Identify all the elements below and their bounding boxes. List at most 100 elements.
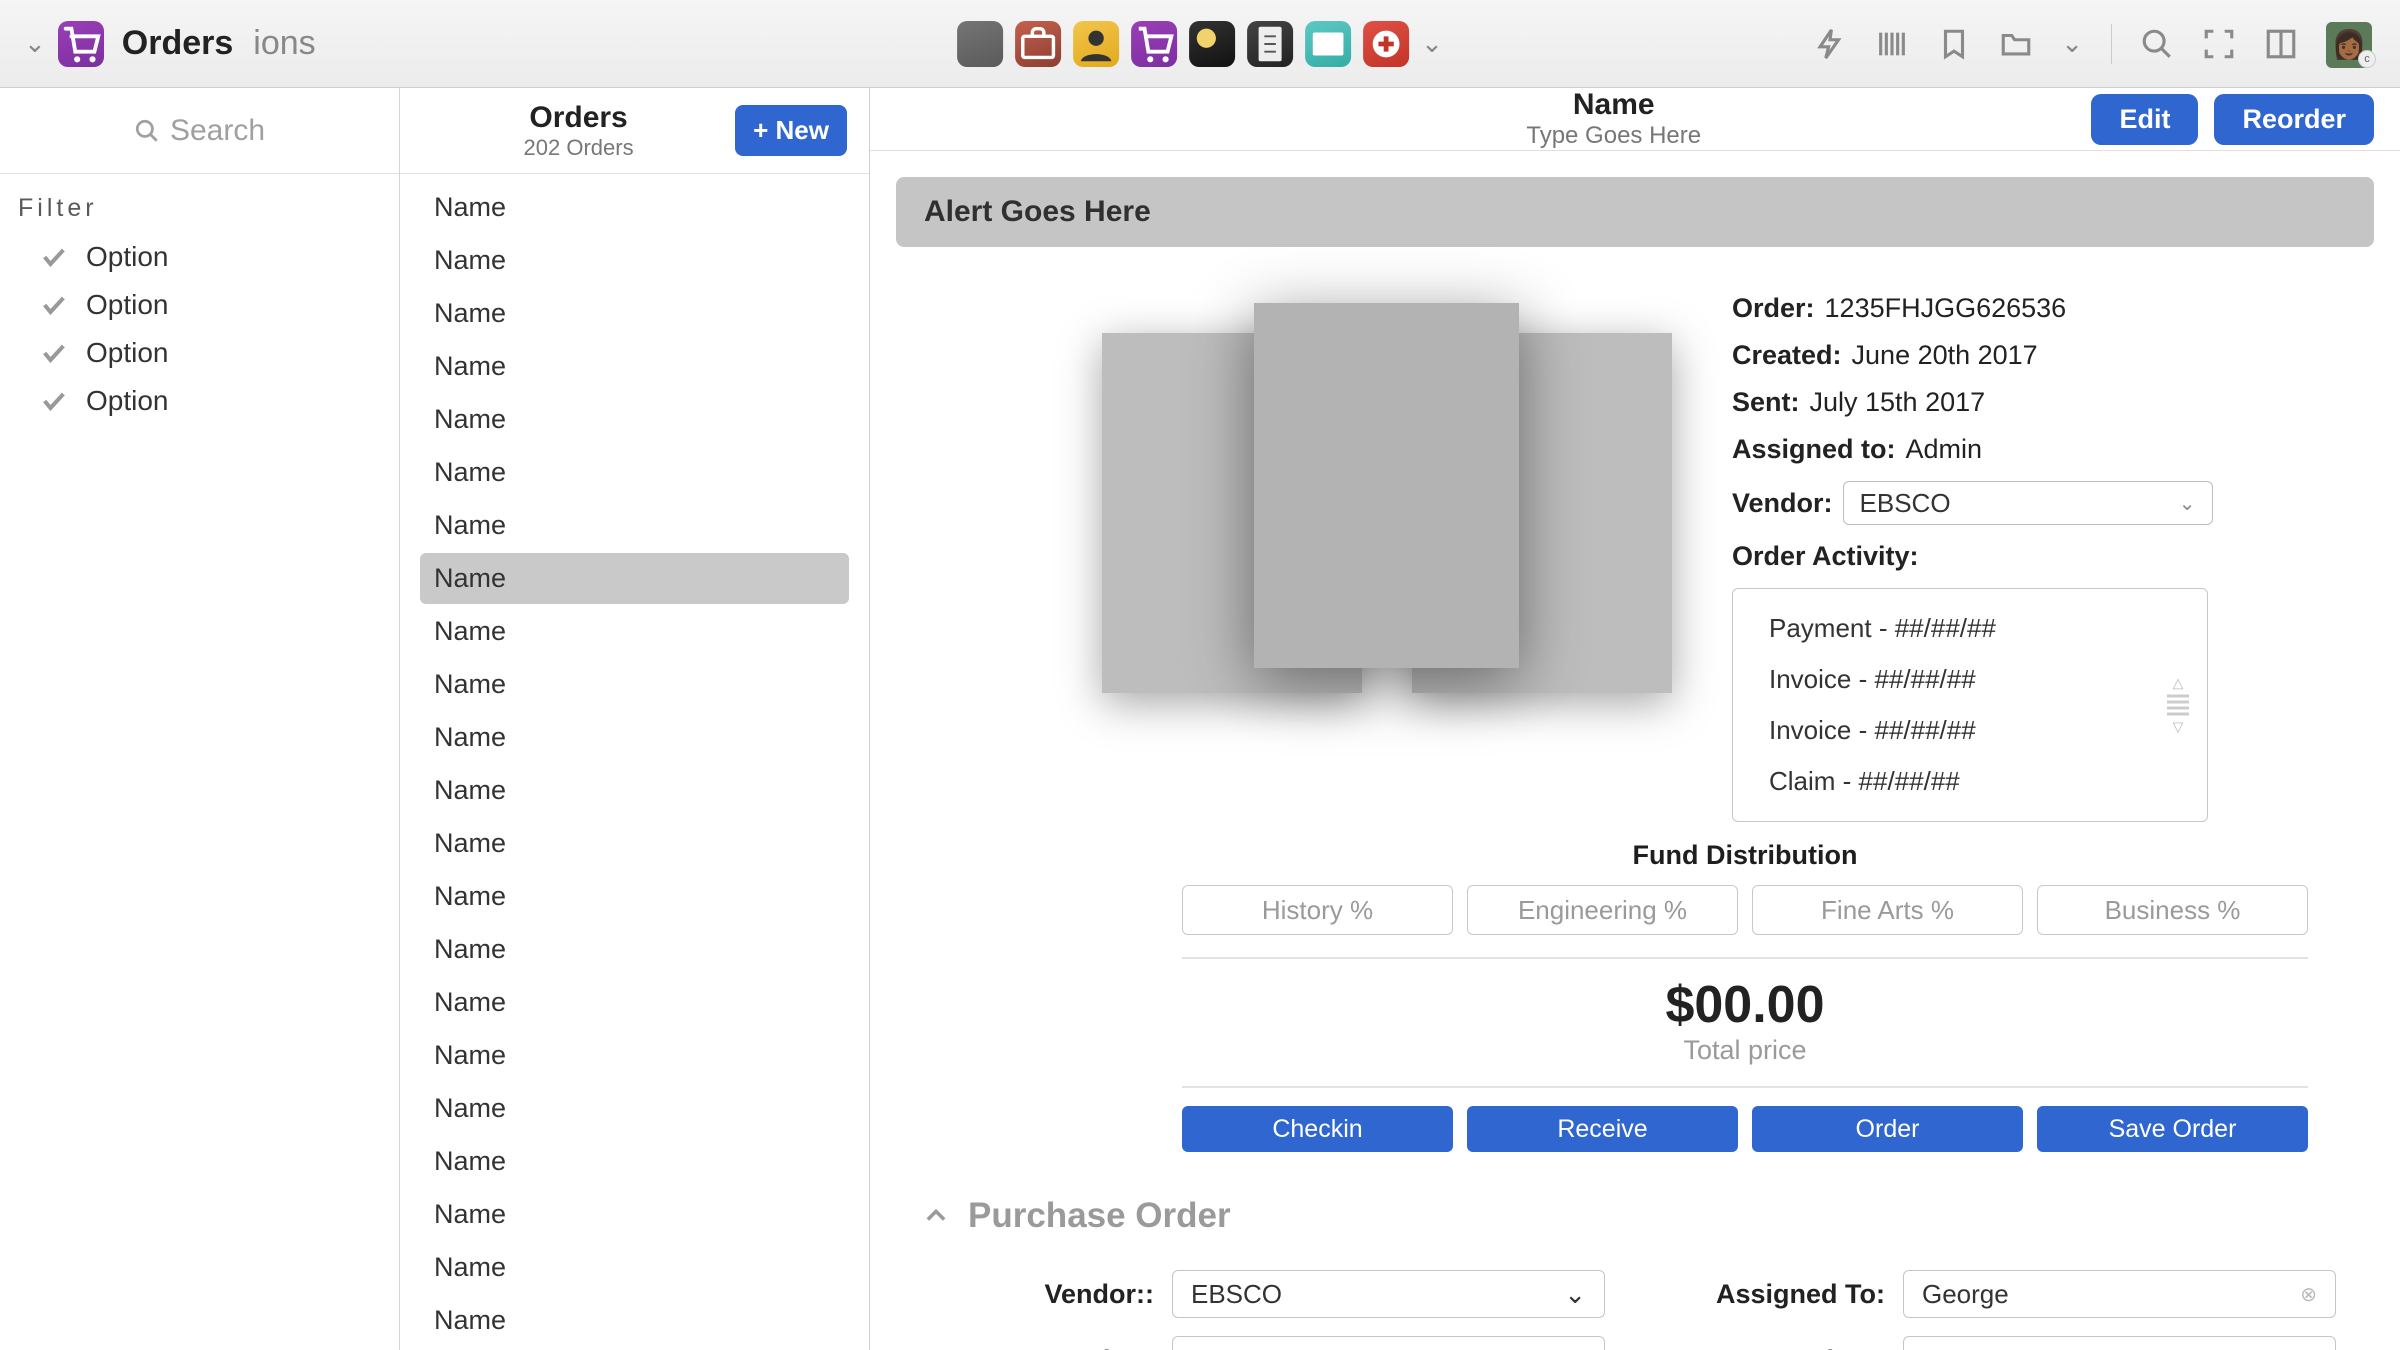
activity-label: Order Activity:	[1732, 541, 1919, 572]
po-vendor-select[interactable]: EBSCO ⌄	[1172, 1270, 1605, 1318]
po-number-label: PO Number:	[934, 1345, 1154, 1350]
filter-option[interactable]: Option	[0, 281, 399, 329]
list-item[interactable]: Name	[420, 871, 849, 922]
filter-panel: Search Filter OptionOptionOptionOption	[0, 88, 400, 1350]
person-icon	[1073, 21, 1119, 67]
chevron-down-icon[interactable]: ⌄	[2061, 28, 2083, 59]
po-created-input[interactable]: Ann-Dennis ⊗	[1903, 1336, 2336, 1350]
divider	[2111, 24, 2112, 64]
fullscreen-icon[interactable]	[2202, 27, 2236, 61]
list-item[interactable]: Name	[420, 924, 849, 975]
list-item[interactable]: Name	[420, 765, 849, 816]
order-button[interactable]: Order	[1752, 1106, 2023, 1152]
app-icon-brown[interactable]	[1015, 21, 1061, 67]
checkin-button[interactable]: Checkin	[1182, 1106, 1453, 1152]
receive-button[interactable]: Receive	[1467, 1106, 1738, 1152]
list-item[interactable]: Name	[420, 1030, 849, 1081]
scroll-indicator[interactable]: △▽	[2167, 675, 2189, 736]
app-icon-teal[interactable]	[1305, 21, 1351, 67]
list-item[interactable]: Name	[420, 1189, 849, 1240]
list-item[interactable]: Name	[420, 606, 849, 657]
list-body[interactable]: NameNameNameNameNameNameNameNameNameName…	[400, 174, 869, 1350]
filter-option[interactable]: Option	[0, 329, 399, 377]
po-created-label: Created By:	[1665, 1345, 1885, 1350]
app-icon-dark[interactable]	[1189, 21, 1235, 67]
list-subtitle: 202 Orders	[422, 135, 735, 161]
chevron-down-icon[interactable]: ⌄	[1421, 28, 1443, 59]
filter-option[interactable]: Option	[0, 377, 399, 425]
activity-item: Invoice - ##/##/##	[1769, 664, 2171, 695]
edit-button[interactable]: Edit	[2091, 94, 2198, 145]
po-assigned-input[interactable]: George ⊗	[1903, 1270, 2336, 1318]
list-item[interactable]: Name	[420, 1242, 849, 1293]
list-item[interactable]: Name	[420, 977, 849, 1028]
filter-option-label: Option	[86, 289, 169, 321]
list-item[interactable]: Name	[420, 818, 849, 869]
fund-chip[interactable]: Business %	[2037, 885, 2308, 935]
list-item[interactable]: Name	[420, 500, 849, 551]
po-assigned-value: George	[1922, 1279, 2009, 1310]
app-icon-gray[interactable]	[957, 21, 1003, 67]
list-item[interactable]: Name	[420, 182, 849, 233]
new-button[interactable]: + New	[735, 105, 847, 156]
chevron-down-icon[interactable]: ⌄	[24, 28, 46, 59]
app-icon-yellow[interactable]	[1073, 21, 1119, 67]
activity-item: Claim - ##/##/##	[1769, 766, 2171, 797]
filter-option-label: Option	[86, 241, 169, 273]
list-item[interactable]: Name	[420, 712, 849, 763]
reorder-button[interactable]: Reorder	[2214, 94, 2374, 145]
bookmark-icon[interactable]	[1937, 27, 1971, 61]
list-header: Orders 202 Orders + New	[400, 88, 869, 174]
sent-value: July 15th 2017	[1810, 387, 1986, 418]
order-value: 1235FHJGG626536	[1825, 293, 2067, 324]
po-vendor-label: Vendor::	[934, 1279, 1154, 1310]
app-icon-red[interactable]	[1363, 21, 1409, 67]
folder-icon[interactable]	[1999, 27, 2033, 61]
bolt-icon[interactable]	[1813, 27, 1847, 61]
filter-option[interactable]: Option	[0, 233, 399, 281]
fund-chip[interactable]: Engineering %	[1467, 885, 1738, 935]
cart-icon	[58, 21, 104, 67]
list-item[interactable]: Name	[420, 1295, 849, 1346]
detail-title: Name	[1136, 88, 2091, 122]
po-section-header[interactable]: Purchase Order	[870, 1152, 2400, 1250]
list-item[interactable]: Name	[420, 235, 849, 286]
barcode-icon[interactable]	[1875, 27, 1909, 61]
list-item[interactable]: Name	[420, 553, 849, 604]
activity-item: Invoice - ##/##/##	[1769, 715, 2171, 746]
list-item[interactable]: Name	[420, 1136, 849, 1187]
orders-list-panel: Orders 202 Orders + New NameNameNameName…	[400, 88, 870, 1350]
po-number-input[interactable]: 20171218-1 ⊗	[1172, 1336, 1605, 1350]
po-number-value: 20171218-1	[1191, 1345, 1330, 1350]
list-item[interactable]: Name	[420, 341, 849, 392]
app-icon-orders[interactable]	[58, 21, 104, 67]
search-input[interactable]: Search	[0, 88, 399, 174]
list-item[interactable]: Name	[420, 447, 849, 498]
fund-chip[interactable]: Fine Arts %	[1752, 885, 2023, 935]
activity-box: Payment - ##/##/##Invoice - ##/##/##Invo…	[1732, 588, 2208, 822]
layout-icon[interactable]	[2264, 27, 2298, 61]
search-icon[interactable]	[2140, 27, 2174, 61]
vendor-value: EBSCO	[1860, 488, 1951, 519]
app-icon-doc[interactable]	[1247, 21, 1293, 67]
list-item[interactable]: Name	[420, 659, 849, 710]
vendor-label: Vendor:	[1732, 488, 1833, 519]
avatar-badge: c	[2358, 50, 2376, 68]
save-order-button[interactable]: Save Order	[2037, 1106, 2308, 1152]
list-item[interactable]: Name	[420, 288, 849, 339]
app-icon-purple2[interactable]	[1131, 21, 1177, 67]
list-item[interactable]: Name	[420, 1083, 849, 1134]
vendor-select[interactable]: EBSCO ⌄	[1843, 481, 2213, 525]
moon-icon	[1189, 21, 1235, 67]
filter-option-label: Option	[86, 337, 169, 369]
list-item[interactable]: Name	[420, 394, 849, 445]
app-subtitle: ions	[253, 24, 315, 63]
topbar-tools: ⌄ 👩🏾 c	[1813, 20, 2376, 68]
po-section-title: Purchase Order	[968, 1196, 1231, 1236]
fund-chip[interactable]: History %	[1182, 885, 1453, 935]
clear-icon[interactable]: ⊗	[2300, 1282, 2317, 1307]
price-value: $00.00	[1182, 975, 2308, 1035]
sent-label: Sent:	[1732, 387, 1800, 418]
detail-subtitle: Type Goes Here	[1136, 122, 2091, 150]
thumbnail-stack	[1102, 293, 1672, 713]
